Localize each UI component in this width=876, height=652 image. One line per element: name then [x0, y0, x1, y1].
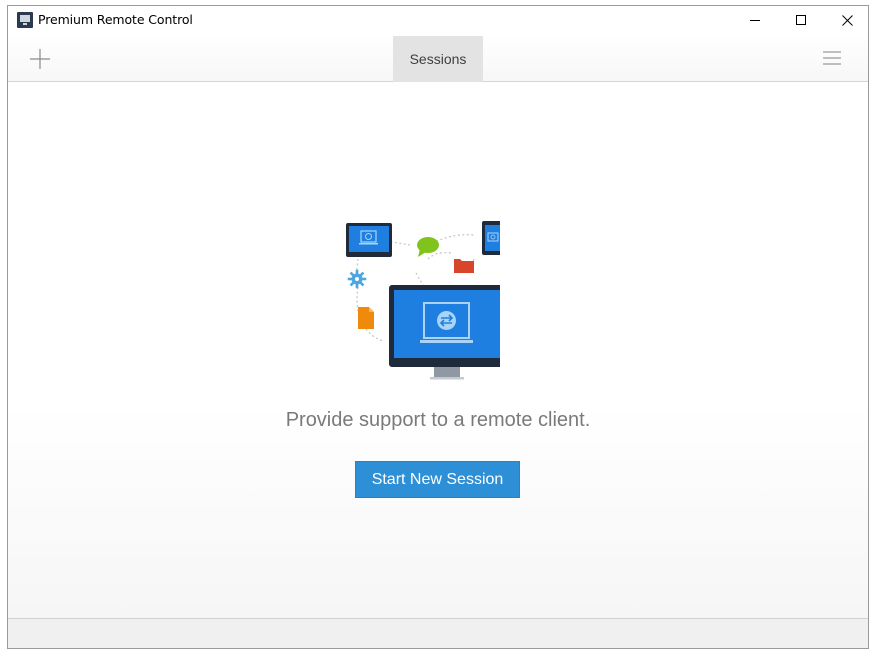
title-bar[interactable]: Premium Remote Control	[8, 6, 868, 34]
minimize-button[interactable]	[732, 6, 778, 34]
folder-icon	[454, 259, 474, 273]
menu-button[interactable]	[823, 50, 841, 66]
add-button[interactable]	[30, 49, 50, 69]
maximize-button[interactable]	[778, 6, 824, 34]
maximize-icon	[796, 15, 806, 25]
plus-icon	[30, 49, 50, 69]
start-new-session-button[interactable]: Start New Session	[355, 461, 520, 498]
status-bar	[8, 618, 868, 648]
minimize-icon	[750, 19, 760, 21]
main-panel: Provide support to a remote client. Star…	[8, 83, 868, 618]
close-button[interactable]	[824, 6, 868, 34]
app-window: Premium Remote Control Sessions Provide …	[7, 5, 869, 649]
hamburger-menu-icon	[823, 51, 841, 65]
close-icon	[841, 14, 853, 26]
document-icon	[358, 307, 374, 329]
remote-support-illustration	[346, 221, 500, 380]
app-monitor-icon	[17, 12, 33, 28]
toolbar: Sessions	[8, 34, 868, 82]
tablet-icon	[346, 223, 392, 257]
window-title: Premium Remote Control	[38, 12, 193, 27]
tab-sessions[interactable]: Sessions	[393, 36, 483, 82]
tagline-text: Provide support to a remote client.	[285, 409, 591, 431]
phone-icon	[482, 221, 500, 255]
gear-icon	[347, 269, 367, 289]
desktop-monitor-icon	[389, 285, 500, 380]
